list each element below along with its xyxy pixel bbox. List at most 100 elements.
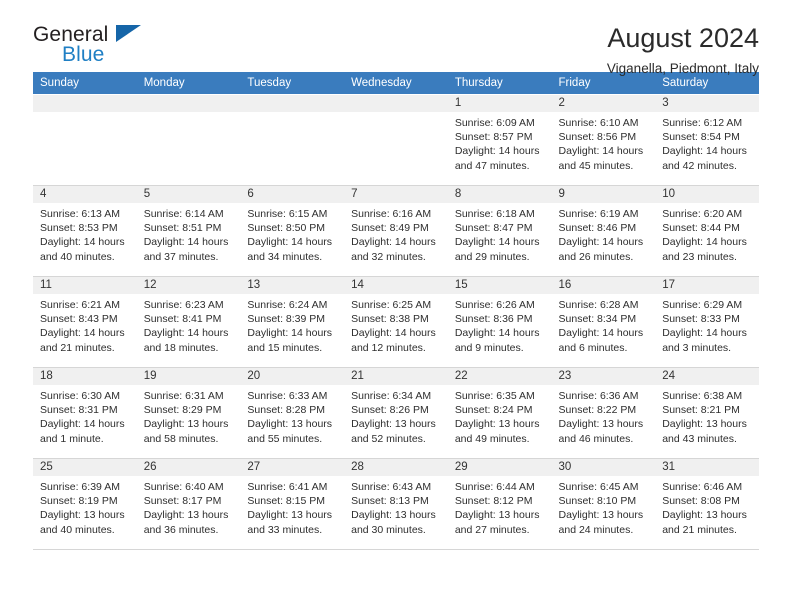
daylight-duration-line2: and 23 minutes. (662, 250, 737, 263)
calendar-body: 1 Sunrise: 6:09 AM Sunset: 8:57 PM Daylight… (33, 94, 759, 550)
day-number (344, 95, 448, 112)
sunrise-time: Sunrise: 6:30 AM (40, 390, 120, 402)
location-subtitle: Viganella, Piedmont, Italy (606, 61, 759, 77)
day-number: 18 (33, 368, 137, 385)
sunrise-time: Sunrise: 6:38 AM (662, 390, 743, 402)
daylight-duration-line1: Daylight: 14 hours (662, 327, 747, 340)
calendar-day-cell[interactable]: 6 Sunrise: 6:15 AM Sunset: 8:50 PM Daylight… (240, 185, 345, 277)
sunrise-time: Sunrise: 6:19 AM (558, 208, 639, 220)
daylight-duration-line2: and 27 minutes. (454, 523, 530, 536)
day-number: 6 (240, 186, 345, 203)
sunset-time: Sunset: 8:36 PM (454, 313, 533, 326)
calendar-day-cell[interactable]: 23 Sunrise: 6:36 AM Sunset: 8:22 PM Dayligh… (551, 367, 656, 459)
weekday-header-sunday: Sunday (33, 72, 137, 95)
calendar-week-row: 18 Sunrise: 6:30 AM Sunset: 8:31 PM Dayligh… (33, 367, 759, 459)
sunrise-time: Sunrise: 6:44 AM (454, 481, 535, 493)
calendar-day-cell[interactable]: 31 Sunrise: 6:46 AM Sunset: 8:08 PM Dayligh… (655, 458, 759, 550)
sunset-time: Sunset: 8:15 PM (247, 495, 326, 508)
brand-logo[interactable]: General Blue (33, 22, 153, 70)
day-number: 16 (551, 277, 656, 294)
daylight-duration-line2: and 21 minutes. (662, 523, 737, 536)
calendar-day-cell[interactable]: 22 Sunrise: 6:35 AM Sunset: 8:24 PM Dayligh… (447, 367, 552, 459)
daylight-duration-line2: and 12 minutes. (351, 341, 426, 354)
daylight-duration-line1: Daylight: 13 hours (247, 509, 333, 522)
calendar-day-cell[interactable]: 4 Sunrise: 6:13 AM Sunset: 8:53 PM Daylight… (33, 185, 137, 277)
calendar-day-cell[interactable]: 17 Sunrise: 6:29 AM Sunset: 8:33 PM Dayligh… (655, 276, 759, 368)
daylight-duration-line2: and 55 minutes. (247, 432, 323, 445)
day-number: 1 (447, 95, 552, 112)
calendar-day-cell[interactable]: 16 Sunrise: 6:28 AM Sunset: 8:34 PM Dayligh… (551, 276, 656, 368)
calendar-day-cell[interactable]: 10 Sunrise: 6:20 AM Sunset: 8:44 PM Dayligh… (655, 185, 759, 277)
day-details: Sunrise: 6:35 AM Sunset: 8:24 PM Daylight:… (448, 385, 552, 446)
day-cell-inner: 14 Sunrise: 6:25 AM Sunset: 8:38 PM Dayligh… (344, 277, 448, 367)
day-cell-inner: 17 Sunrise: 6:29 AM Sunset: 8:33 PM Dayligh… (655, 277, 759, 367)
day-cell-inner: 11 Sunrise: 6:21 AM Sunset: 8:43 PM Dayligh… (33, 277, 137, 367)
calendar-day-cell[interactable]: 20 Sunrise: 6:33 AM Sunset: 8:28 PM Dayligh… (240, 367, 345, 459)
calendar-day-cell[interactable]: 1 Sunrise: 6:09 AM Sunset: 8:57 PM Daylight… (447, 94, 552, 186)
calendar-day-cell[interactable]: 27 Sunrise: 6:41 AM Sunset: 8:15 PM Dayligh… (240, 458, 345, 550)
daylight-duration-line2: and 47 minutes. (454, 159, 530, 172)
calendar-day-cell[interactable]: 8 Sunrise: 6:18 AM Sunset: 8:47 PM Daylight… (447, 185, 552, 277)
sunset-time: Sunset: 8:39 PM (247, 313, 326, 326)
calendar-day-cell[interactable]: 18 Sunrise: 6:30 AM Sunset: 8:31 PM Dayligh… (33, 367, 137, 459)
day-cell-inner: 26 Sunrise: 6:40 AM Sunset: 8:17 PM Dayligh… (136, 459, 241, 549)
calendar-day-cell[interactable]: 2 Sunrise: 6:10 AM Sunset: 8:56 PM Daylight… (551, 94, 656, 186)
sunset-time: Sunset: 8:33 PM (662, 313, 740, 326)
calendar-day-cell[interactable]: 29 Sunrise: 6:44 AM Sunset: 8:12 PM Dayligh… (447, 458, 552, 550)
day-number: 10 (655, 186, 759, 203)
sunset-time: Sunset: 8:19 PM (40, 495, 118, 508)
calendar-day-cell[interactable]: 7 Sunrise: 6:16 AM Sunset: 8:49 PM Daylight… (344, 185, 448, 277)
sunrise-time: Sunrise: 6:13 AM (40, 208, 120, 220)
day-details: Sunrise: 6:19 AM Sunset: 8:46 PM Daylight:… (552, 203, 656, 264)
daylight-duration-line1: Daylight: 13 hours (662, 509, 747, 522)
calendar-day-cell[interactable]: 13 Sunrise: 6:24 AM Sunset: 8:39 PM Dayligh… (240, 276, 345, 368)
brand-name-blue: Blue (62, 43, 105, 66)
day-number: 7 (344, 186, 448, 203)
calendar-day-cell[interactable]: 28 Sunrise: 6:43 AM Sunset: 8:13 PM Dayligh… (344, 458, 448, 550)
calendar-day-cell[interactable]: 3 Sunrise: 6:12 AM Sunset: 8:54 PM Daylight… (655, 94, 759, 186)
calendar-day-cell[interactable]: 19 Sunrise: 6:31 AM Sunset: 8:29 PM Dayligh… (136, 367, 241, 459)
day-details: Sunrise: 6:36 AM Sunset: 8:22 PM Daylight:… (552, 385, 656, 446)
calendar-day-cell[interactable]: 26 Sunrise: 6:40 AM Sunset: 8:17 PM Dayligh… (136, 458, 241, 550)
calendar-day-cell[interactable]: 15 Sunrise: 6:26 AM Sunset: 8:36 PM Dayligh… (447, 276, 552, 368)
day-cell-inner: 31 Sunrise: 6:46 AM Sunset: 8:08 PM Dayligh… (655, 459, 759, 549)
daylight-duration-line2: and 26 minutes. (558, 250, 634, 263)
day-number: 8 (447, 186, 552, 203)
daylight-duration-line1: Daylight: 14 hours (143, 236, 229, 249)
day-details: Sunrise: 6:18 AM Sunset: 8:47 PM Daylight:… (448, 203, 552, 264)
daylight-duration-line2: and 43 minutes. (662, 432, 737, 445)
day-number: 28 (344, 459, 448, 476)
calendar-day-cell[interactable]: 12 Sunrise: 6:23 AM Sunset: 8:41 PM Dayligh… (136, 276, 241, 368)
daylight-duration-line1: Daylight: 14 hours (247, 327, 333, 340)
sunset-time: Sunset: 8:43 PM (40, 313, 118, 326)
page-title: August 2024 (607, 23, 759, 53)
day-cell-inner: 27 Sunrise: 6:41 AM Sunset: 8:15 PM Dayligh… (240, 459, 345, 549)
calendar-day-cell[interactable]: 25 Sunrise: 6:39 AM Sunset: 8:19 PM Dayligh… (33, 458, 137, 550)
calendar-day-cell[interactable]: 30 Sunrise: 6:45 AM Sunset: 8:10 PM Dayligh… (551, 458, 656, 550)
daylight-duration-line2: and 46 minutes. (558, 432, 634, 445)
calendar-table: Sunday Monday Tuesday Wednesday Thursday… (33, 72, 759, 550)
day-cell-inner: 12 Sunrise: 6:23 AM Sunset: 8:41 PM Dayligh… (136, 277, 241, 367)
day-details: Sunrise: 6:29 AM Sunset: 8:33 PM Daylight:… (655, 294, 759, 355)
daylight-duration-line2: and 9 minutes. (454, 341, 524, 354)
calendar-day-cell[interactable]: 11 Sunrise: 6:21 AM Sunset: 8:43 PM Dayligh… (33, 276, 137, 368)
weekday-header-wednesday: Wednesday (344, 72, 448, 95)
day-number: 9 (551, 186, 656, 203)
calendar-day-cell[interactable]: 21 Sunrise: 6:34 AM Sunset: 8:26 PM Dayligh… (344, 367, 448, 459)
sunrise-time: Sunrise: 6:33 AM (247, 390, 328, 402)
calendar-day-cell[interactable]: 9 Sunrise: 6:19 AM Sunset: 8:46 PM Daylight… (551, 185, 656, 277)
day-cell-inner: 1 Sunrise: 6:09 AM Sunset: 8:57 PM Daylight… (447, 95, 552, 185)
day-details: Sunrise: 6:24 AM Sunset: 8:39 PM Daylight:… (240, 294, 344, 355)
sunset-time: Sunset: 8:41 PM (143, 313, 222, 326)
daylight-duration-line2: and 18 minutes. (143, 341, 219, 354)
day-cell-inner: 15 Sunrise: 6:26 AM Sunset: 8:36 PM Dayligh… (447, 277, 552, 367)
calendar-day-cell[interactable]: 14 Sunrise: 6:25 AM Sunset: 8:38 PM Dayligh… (344, 276, 448, 368)
calendar-day-cell[interactable]: 5 Sunrise: 6:14 AM Sunset: 8:51 PM Daylight… (136, 185, 241, 277)
sunset-time: Sunset: 8:31 PM (40, 404, 118, 417)
day-cell-inner: 22 Sunrise: 6:35 AM Sunset: 8:24 PM Dayligh… (447, 368, 552, 458)
day-cell-inner: 16 Sunrise: 6:28 AM Sunset: 8:34 PM Dayligh… (551, 277, 656, 367)
calendar-day-cell[interactable]: 24 Sunrise: 6:38 AM Sunset: 8:21 PM Dayligh… (655, 367, 759, 459)
day-details: Sunrise: 6:28 AM Sunset: 8:34 PM Daylight:… (552, 294, 656, 355)
sunrise-time: Sunrise: 6:39 AM (40, 481, 120, 493)
day-details: Sunrise: 6:25 AM Sunset: 8:38 PM Daylight:… (344, 294, 448, 355)
